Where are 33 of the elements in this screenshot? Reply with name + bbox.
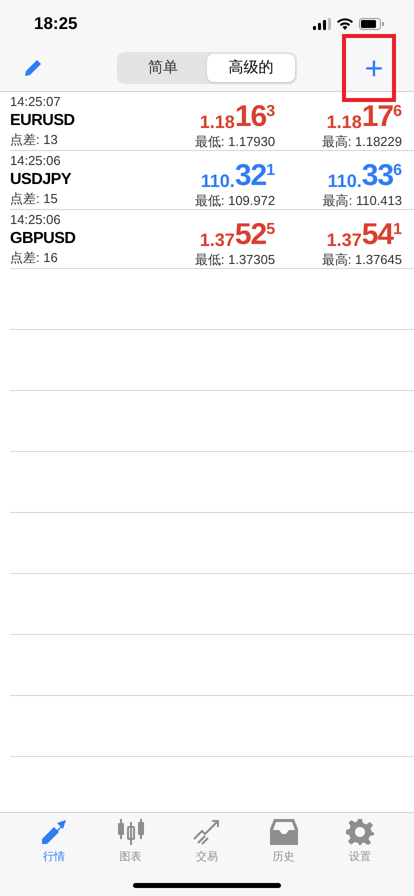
signal-icon xyxy=(313,18,331,30)
pencil-icon xyxy=(23,58,43,78)
quote-time: 14:25:07 xyxy=(10,94,62,110)
tab-bar-item[interactable]: 行情 xyxy=(24,819,84,866)
symbol-label: USDJPY xyxy=(10,170,72,190)
low-label: 最低: 109.972 xyxy=(194,193,276,209)
tab-bar-item[interactable]: 交易 xyxy=(177,819,237,866)
battery-icon xyxy=(359,18,384,30)
symbol-label: GBPUSD xyxy=(10,229,76,249)
tab-bar-item[interactable]: 设置 xyxy=(330,819,390,866)
quote-time: 14:25:06 xyxy=(10,153,62,169)
high-label: 最高: 1.37645 xyxy=(322,252,402,268)
add-button[interactable]: + xyxy=(354,48,394,88)
spread-label: 点差: 15 xyxy=(10,191,59,207)
tab-bar-item[interactable]: 图表 xyxy=(100,819,160,866)
segment-tab[interactable]: 高级的 xyxy=(207,54,295,82)
spread-label: 点差: 16 xyxy=(10,250,59,266)
status-time: 18:25 xyxy=(34,13,78,36)
high-label: 最高: 1.18229 xyxy=(322,134,402,150)
wifi-icon xyxy=(337,18,353,30)
symbol-label: EURUSD xyxy=(10,111,76,131)
low-label: 最低: 1.37305 xyxy=(194,252,276,268)
settings-icon xyxy=(346,819,374,845)
tray-icon xyxy=(270,819,298,845)
trend-line-icon xyxy=(193,819,221,845)
quote-time: 14:25:06 xyxy=(10,212,62,228)
arrows-icon xyxy=(40,819,68,845)
candlestick-icon xyxy=(116,819,144,845)
high-label: 最高: 110.413 xyxy=(322,193,402,209)
tab-bar-item[interactable]: 历史 xyxy=(254,819,314,866)
spread-label: 点差: 13 xyxy=(10,132,59,148)
low-label: 最低: 1.17930 xyxy=(194,134,276,150)
segment-tab[interactable]: 简单 xyxy=(119,54,207,82)
